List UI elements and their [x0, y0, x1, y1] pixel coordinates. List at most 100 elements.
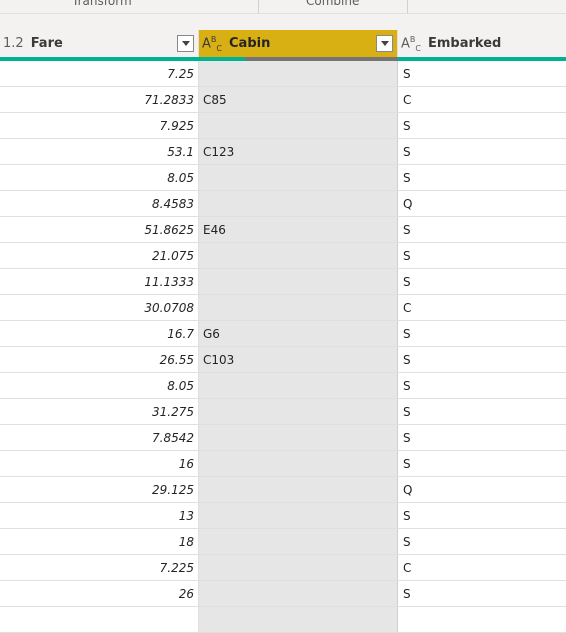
fare-cell[interactable]: 31.275: [0, 399, 199, 424]
table-row: 16.7 G6 S: [0, 321, 566, 347]
fare-cell[interactable]: 16: [0, 451, 199, 476]
embarked-cell[interactable]: S: [398, 113, 566, 138]
cabin-cell[interactable]: C103: [199, 347, 398, 372]
table-row: 71.2833 C85 C: [0, 87, 566, 113]
fare-cell[interactable]: 18: [0, 529, 199, 554]
fare-filter-dropdown-button[interactable]: [177, 35, 194, 52]
table-row: 7.225 C: [0, 555, 566, 581]
cabin-cell[interactable]: [199, 425, 398, 450]
table-row: 11.1333 S: [0, 269, 566, 295]
table-row: 13 S: [0, 503, 566, 529]
embarked-cell[interactable]: S: [398, 139, 566, 164]
data-grid: 7.25 S 71.2833 C85 C 7.925 S 53.1 C123 S 8.05 S 8.45…: [0, 61, 566, 633]
cabin-cell[interactable]: [199, 477, 398, 502]
column-header-fare[interactable]: 1.2 Fare: [0, 30, 199, 57]
cabin-cell[interactable]: [199, 399, 398, 424]
fare-cell[interactable]: 7.25: [0, 61, 199, 86]
embarked-cell[interactable]: S: [398, 425, 566, 450]
fare-cell[interactable]: 53.1: [0, 139, 199, 164]
cabin-cell[interactable]: [199, 113, 398, 138]
fare-cell[interactable]: 7.225: [0, 555, 199, 580]
cabin-cell[interactable]: G6: [199, 321, 398, 346]
embarked-cell[interactable]: S: [398, 581, 566, 606]
chevron-down-icon: [181, 41, 190, 46]
table-row: 51.8625 E46 S: [0, 217, 566, 243]
embarked-cell[interactable]: Q: [398, 477, 566, 502]
fare-cell[interactable]: 26: [0, 581, 199, 606]
fare-cell[interactable]: 29.125: [0, 477, 199, 502]
cabin-cell[interactable]: [199, 295, 398, 320]
fare-cell[interactable]: 7.925: [0, 113, 199, 138]
ribbon-group-combine: Combine: [306, 0, 360, 8]
table-row: 31.275 S: [0, 399, 566, 425]
column-title-fare: Fare: [30, 36, 63, 51]
chevron-down-icon: [380, 41, 389, 46]
fare-cell[interactable]: 8.05: [0, 165, 199, 190]
cabin-cell[interactable]: [199, 191, 398, 216]
cabin-cell[interactable]: [199, 529, 398, 554]
embarked-cell[interactable]: Q: [398, 191, 566, 216]
column-header-embarked[interactable]: ABC Embarked: [398, 30, 566, 57]
cabin-cell[interactable]: [199, 451, 398, 476]
embarked-cell[interactable]: S: [398, 61, 566, 86]
ribbon-separator: [258, 0, 259, 13]
embarked-cell[interactable]: S: [398, 399, 566, 424]
cabin-cell[interactable]: [199, 373, 398, 398]
fare-cell[interactable]: 26.55: [0, 347, 199, 372]
cabin-cell[interactable]: [199, 165, 398, 190]
table-row: 21.075 S: [0, 243, 566, 269]
embarked-cell[interactable]: C: [398, 555, 566, 580]
fare-cell[interactable]: 51.8625: [0, 217, 199, 242]
cabin-cell[interactable]: [199, 503, 398, 528]
table-row: 16 S: [0, 451, 566, 477]
embarked-cell[interactable]: S: [398, 269, 566, 294]
embarked-cell[interactable]: S: [398, 217, 566, 242]
table-row: 7.925 S: [0, 113, 566, 139]
fare-cell[interactable]: 13: [0, 503, 199, 528]
cabin-filter-dropdown-button[interactable]: [376, 35, 393, 52]
table-row: 8.05 S: [0, 373, 566, 399]
ribbon-group-labels: Transform Combine: [0, 0, 566, 14]
embarked-cell[interactable]: S: [398, 503, 566, 528]
embarked-cell[interactable]: S: [398, 529, 566, 554]
cabin-cell[interactable]: [199, 607, 398, 632]
cabin-cell[interactable]: [199, 581, 398, 606]
table-row: 8.05 S: [0, 165, 566, 191]
table-row: 18 S: [0, 529, 566, 555]
embarked-cell[interactable]: S: [398, 165, 566, 190]
table-row: 7.25 S: [0, 61, 566, 87]
fare-cell[interactable]: 71.2833: [0, 87, 199, 112]
fare-cell[interactable]: 8.05: [0, 373, 199, 398]
text-type-icon[interactable]: ABC: [401, 35, 421, 53]
grid-top-spacer: [0, 14, 566, 30]
fare-cell[interactable]: [0, 607, 199, 632]
cabin-cell[interactable]: C123: [199, 139, 398, 164]
embarked-cell[interactable]: [398, 607, 566, 632]
fare-cell[interactable]: 11.1333: [0, 269, 199, 294]
table-row: 26 S: [0, 581, 566, 607]
embarked-cell[interactable]: S: [398, 321, 566, 346]
cabin-cell[interactable]: [199, 555, 398, 580]
fare-cell[interactable]: 21.075: [0, 243, 199, 268]
decimal-type-icon[interactable]: 1.2: [3, 36, 24, 51]
cabin-cell[interactable]: [199, 61, 398, 86]
embarked-cell[interactable]: C: [398, 87, 566, 112]
fare-cell[interactable]: 8.4583: [0, 191, 199, 216]
column-header-cabin[interactable]: ABC Cabin: [199, 30, 398, 57]
table-row: 8.4583 Q: [0, 191, 566, 217]
embarked-cell[interactable]: S: [398, 243, 566, 268]
cabin-cell[interactable]: [199, 269, 398, 294]
cabin-cell[interactable]: C85: [199, 87, 398, 112]
text-type-icon[interactable]: ABC: [202, 35, 222, 53]
embarked-cell[interactable]: C: [398, 295, 566, 320]
cabin-cell[interactable]: E46: [199, 217, 398, 242]
fare-cell[interactable]: 7.8542: [0, 425, 199, 450]
embarked-cell[interactable]: S: [398, 347, 566, 372]
ribbon-group-transform: Transform: [72, 0, 132, 8]
embarked-cell[interactable]: S: [398, 373, 566, 398]
fare-cell[interactable]: 16.7: [0, 321, 199, 346]
fare-cell[interactable]: 30.0708: [0, 295, 199, 320]
column-title-embarked: Embarked: [428, 36, 502, 51]
cabin-cell[interactable]: [199, 243, 398, 268]
embarked-cell[interactable]: S: [398, 451, 566, 476]
